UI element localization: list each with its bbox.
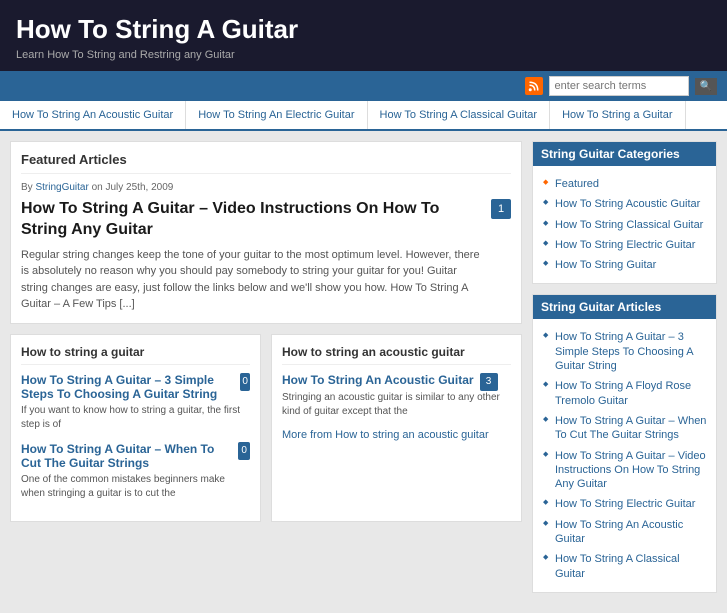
col-right-article-1-title[interactable]: How To String An Acoustic Guitar [282, 373, 474, 387]
col-left-excerpt-1: If you want to know how to string a guit… [21, 404, 250, 432]
col-left-heading: How to string a guitar [21, 345, 250, 365]
sidebar: String Guitar Categories Featured How To… [532, 141, 717, 603]
featured-articles: Featured Articles By StringGuitar on Jul… [10, 141, 522, 324]
sidebar-cat-acoustic[interactable]: How To String Acoustic Guitar [541, 194, 708, 214]
col-left-badge-2: 0 [238, 442, 250, 460]
sidebar-cat-electric[interactable]: How To String Electric Guitar [541, 235, 708, 255]
nav-tab-general[interactable]: How To String a Guitar [550, 101, 685, 129]
nav-tab-electric[interactable]: How To String An Electric Guitar [186, 101, 367, 129]
sidebar-categories-heading: String Guitar Categories [533, 142, 716, 166]
rss-icon[interactable] [525, 77, 543, 95]
sidebar-articles: String Guitar Articles How To String A G… [532, 294, 717, 592]
col-left-badge-1: 0 [240, 373, 250, 391]
site-subtitle: Learn How To String and Restring any Gui… [16, 49, 711, 61]
sidebar-article-1[interactable]: How To String A Guitar – 3 Simple Steps … [541, 327, 708, 376]
more-acoustic-link[interactable]: More from How to string an acoustic guit… [282, 429, 511, 441]
sidebar-article-4[interactable]: How To String A Guitar – Video Instructi… [541, 446, 708, 495]
site-title: How To String A Guitar [16, 14, 711, 45]
sidebar-cat-general[interactable]: How To String Guitar [541, 255, 708, 275]
featured-article-excerpt: Regular string changes keep the tone of … [21, 247, 483, 313]
col-left-article-1: How To String A Guitar – 3 Simple Steps … [21, 373, 250, 432]
col-left-article-1-title[interactable]: How To String A Guitar – 3 Simple Steps … [21, 373, 234, 401]
col-right-badge-1: 3 [480, 373, 498, 391]
topbar: 🔍 [0, 71, 727, 101]
sidebar-article-2[interactable]: How To String A Floyd Rose Tremolo Guita… [541, 376, 708, 411]
nav-tab-classical[interactable]: How To String A Classical Guitar [368, 101, 551, 129]
featured-badge: 1 [491, 199, 511, 219]
nav-tabs: How To String An Acoustic Guitar How To … [0, 101, 727, 131]
sidebar-article-3[interactable]: How To String A Guitar – When To Cut The… [541, 411, 708, 446]
col-right-heading: How to string an acoustic guitar [282, 345, 511, 365]
featured-article-title[interactable]: How To String A Guitar – Video Instructi… [21, 199, 483, 241]
col-left-excerpt-2: One of the common mistakes beginners mak… [21, 473, 250, 501]
author-link[interactable]: StringGuitar [35, 182, 88, 193]
col-acoustic-guitar: How to string an acoustic guitar How To … [271, 334, 522, 522]
col-left-article-2: How To String A Guitar – When To Cut The… [21, 442, 250, 501]
sidebar-cat-featured[interactable]: Featured [541, 174, 708, 194]
search-button[interactable]: 🔍 [695, 78, 717, 95]
article-date: July 25th, 2009 [106, 182, 174, 193]
col-right-excerpt-1: Stringing an acoustic guitar is similar … [282, 391, 511, 419]
col-left-article-2-title[interactable]: How To String A Guitar – When To Cut The… [21, 442, 232, 470]
sidebar-articles-heading: String Guitar Articles [533, 295, 716, 319]
search-input[interactable] [549, 76, 689, 96]
two-column-section: How to string a guitar How To String A G… [10, 334, 522, 522]
sidebar-article-5[interactable]: How To String Electric Guitar [541, 494, 708, 514]
content-area: Featured Articles By StringGuitar on Jul… [10, 141, 522, 603]
sidebar-article-6[interactable]: How To String An Acoustic Guitar [541, 515, 708, 550]
col-right-article-1: How To String An Acoustic Guitar 3 Strin… [282, 373, 511, 419]
nav-tab-acoustic[interactable]: How To String An Acoustic Guitar [0, 101, 186, 129]
featured-heading: Featured Articles [21, 152, 511, 174]
article-meta: By StringGuitar on July 25th, 2009 [21, 182, 511, 193]
sidebar-article-7[interactable]: How To String A Classical Guitar [541, 549, 708, 584]
sidebar-cat-classical[interactable]: How To String Classical Guitar [541, 215, 708, 235]
main-content: Featured Articles By StringGuitar on Jul… [0, 131, 727, 613]
site-header: How To String A Guitar Learn How To Stri… [0, 0, 727, 71]
sidebar-categories: String Guitar Categories Featured How To… [532, 141, 717, 284]
col-string-guitar: How to string a guitar How To String A G… [10, 334, 261, 522]
